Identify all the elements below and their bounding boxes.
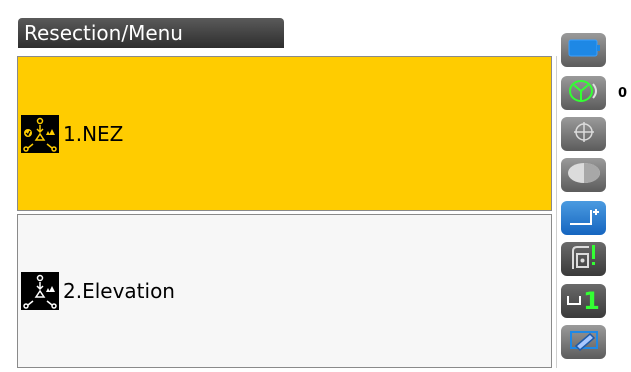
prism-target-button[interactable] [561,76,606,110]
title-bar: Resection/Menu [18,18,284,48]
menu-item-nez[interactable]: 1.NEZ [17,56,552,211]
page-title: Resection/Menu [24,21,183,45]
menu-item-elevation[interactable]: 2.Elevation [17,214,552,368]
face-toggle-button[interactable] [561,158,606,192]
level-value: 1 [583,287,600,315]
resection-nez-icon [21,114,59,153]
input-mode-button[interactable] [561,325,606,359]
menu-item-label: 1.NEZ [63,121,124,146]
divider [556,56,557,368]
battery-icon [568,38,600,62]
prism-target-icon [567,79,601,107]
prism-constant-count: 0 [618,86,628,101]
height-plus-icon [567,204,601,232]
level-button[interactable]: 1 [561,284,606,318]
resection-elevation-icon [21,272,59,310]
target-height-button[interactable] [561,201,606,235]
half-circle-icon [566,161,602,189]
crosshair-icon [572,120,596,148]
level-icon [567,294,582,308]
battery-button[interactable] [561,33,606,67]
pencil-icon [568,328,600,356]
menu-item-label: 2.Elevation [63,279,175,303]
crosshair-button[interactable] [561,117,606,151]
laser-pointer-button[interactable] [561,242,606,276]
laser-pointer-icon [569,243,599,275]
